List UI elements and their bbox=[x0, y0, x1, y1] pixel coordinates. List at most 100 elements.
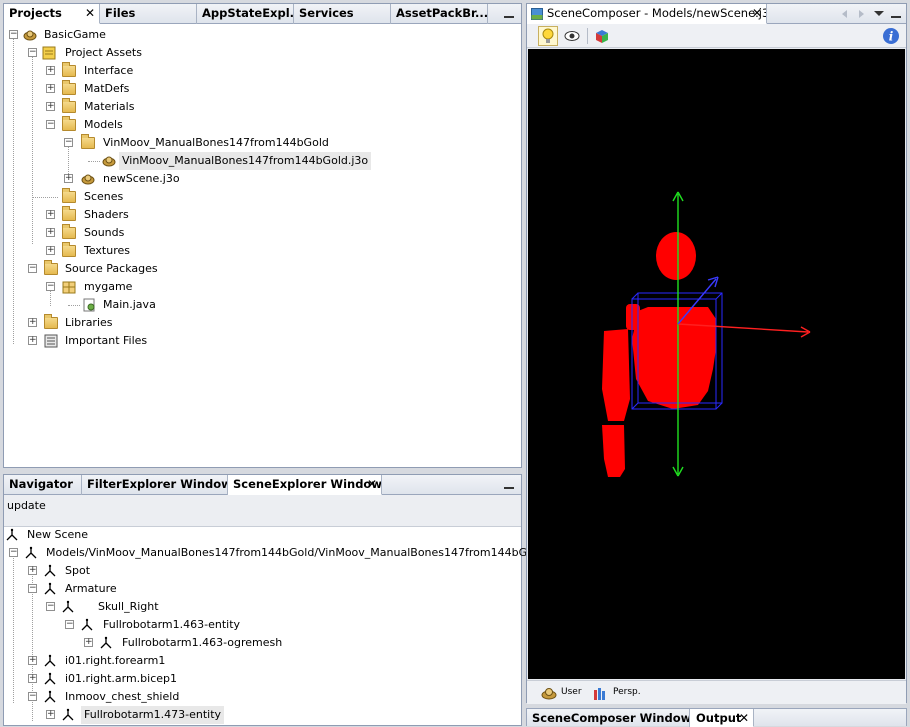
light-toggle-button[interactable] bbox=[538, 26, 558, 46]
scene-explorer-tabbar: Navigator FilterExplorer Window SceneExp… bbox=[4, 475, 521, 495]
tab-navigator[interactable]: Navigator bbox=[4, 475, 82, 495]
dropdown-icon[interactable] bbox=[874, 11, 884, 16]
expand-icon[interactable]: + bbox=[64, 174, 73, 183]
scene-node-right-forearm[interactable]: + i01.right.forearm1 bbox=[4, 652, 519, 670]
tree-item-main-java[interactable]: Main.java bbox=[4, 296, 519, 314]
collapse-icon[interactable]: − bbox=[64, 138, 73, 147]
collapse-icon[interactable]: − bbox=[9, 548, 18, 557]
expand-icon[interactable]: + bbox=[28, 566, 37, 575]
scene-node-new-scene[interactable]: New Scene bbox=[4, 526, 519, 544]
scene-render bbox=[602, 191, 811, 477]
j3o-icon bbox=[102, 156, 116, 167]
collapse-icon[interactable]: − bbox=[28, 584, 37, 593]
tree-item-libraries[interactable]: + Libraries bbox=[4, 314, 519, 332]
tree-item-scenes[interactable]: Scenes bbox=[4, 188, 519, 206]
scene-viewport[interactable] bbox=[528, 49, 905, 679]
scroll-left-icon[interactable] bbox=[842, 10, 847, 18]
tab-scenecomposer-window[interactable]: SceneComposer Window bbox=[527, 709, 690, 727]
scene-icon bbox=[531, 8, 543, 20]
expand-icon[interactable]: + bbox=[28, 318, 37, 327]
scene-node-skull-right[interactable]: − Skull_Right bbox=[4, 598, 519, 616]
tab-services[interactable]: Services bbox=[294, 4, 391, 24]
tab-scene-composer[interactable]: SceneComposer - Models/newScene.j3o ✕ bbox=[527, 4, 767, 24]
tab-output[interactable]: Output ✕ bbox=[690, 709, 754, 727]
tree-item-models[interactable]: − Models bbox=[4, 116, 519, 134]
folder-icon bbox=[62, 98, 76, 113]
folder-icon bbox=[62, 62, 76, 77]
scene-node-right-arm-bicep[interactable]: + i01.right.arm.bicep1 bbox=[4, 670, 519, 688]
close-icon[interactable]: ✕ bbox=[752, 4, 762, 23]
collapse-icon[interactable]: − bbox=[9, 30, 18, 39]
expand-icon[interactable]: + bbox=[46, 84, 55, 93]
collapse-icon[interactable]: − bbox=[46, 602, 55, 611]
expand-icon[interactable]: + bbox=[28, 336, 37, 345]
scene-node-fullrobotarm-463-ogremesh[interactable]: + Fullrobotarm1.463-ogremesh bbox=[4, 634, 519, 652]
tree-item-shaders[interactable]: + Shaders bbox=[4, 206, 519, 224]
projects-panel: Projects ✕ Files AppStateExpl... Service… bbox=[3, 3, 522, 468]
collapse-icon[interactable]: − bbox=[28, 264, 37, 273]
tab-assetpack-browser[interactable]: AssetPackBr... bbox=[391, 4, 488, 24]
expand-icon[interactable]: + bbox=[46, 246, 55, 255]
collapse-icon[interactable]: − bbox=[28, 48, 37, 57]
scene-composer-tabbar: SceneComposer - Models/newScene.j3o ✕ bbox=[527, 4, 906, 24]
tree-item-vinmoov-folder[interactable]: − VinMoov_ManualBones147from144bGold bbox=[4, 134, 519, 152]
lightbulb-icon bbox=[542, 28, 554, 43]
tree-item-interface[interactable]: + Interface bbox=[4, 62, 519, 80]
tree-item-vinmoov-j3o[interactable]: VinMoov_ManualBones147from144bGold.j3o bbox=[4, 152, 519, 170]
scene-node-model-scene[interactable]: − Models/VinMoov_ManualBones147from144bG… bbox=[4, 544, 593, 562]
scene-node-spot[interactable]: + Spot bbox=[4, 562, 519, 580]
expand-icon[interactable]: + bbox=[46, 228, 55, 237]
perspective-icon bbox=[594, 688, 605, 700]
collapse-icon[interactable]: − bbox=[46, 282, 55, 291]
tree-item-newscene-j3o[interactable]: + newScene.j3o bbox=[4, 170, 519, 188]
expand-icon[interactable]: + bbox=[28, 656, 37, 665]
minimize-window-icon[interactable] bbox=[488, 475, 522, 495]
close-icon[interactable]: ✕ bbox=[85, 4, 95, 23]
scene-node-fullrobotarm-463-entity[interactable]: − Fullrobotarm1.463-entity bbox=[4, 616, 519, 634]
scene-node-armature[interactable]: − Armature bbox=[4, 580, 519, 598]
tab-files[interactable]: Files bbox=[100, 4, 197, 24]
expand-icon[interactable]: + bbox=[28, 674, 37, 683]
close-icon[interactable]: ✕ bbox=[367, 475, 377, 494]
minimize-window-icon[interactable] bbox=[488, 4, 522, 24]
cube-button[interactable] bbox=[592, 26, 612, 46]
folder-icon bbox=[62, 188, 76, 203]
scene-node-fullrobotarm-473-entity[interactable]: + Fullrobotarm1.473-entity bbox=[4, 706, 519, 724]
tree-guide bbox=[88, 161, 100, 162]
node-icon bbox=[81, 618, 93, 631]
user-icon bbox=[541, 688, 557, 700]
minimize-window-icon[interactable] bbox=[891, 16, 901, 18]
info-button[interactable]: i bbox=[881, 26, 901, 46]
node-icon bbox=[6, 528, 18, 541]
tree-item-source-packages[interactable]: − Source Packages bbox=[4, 260, 519, 278]
update-button[interactable]: update bbox=[4, 495, 521, 527]
scroll-right-icon[interactable] bbox=[859, 10, 864, 18]
folder-icon bbox=[62, 224, 76, 239]
tree-item-project-assets[interactable]: − Project Assets bbox=[4, 44, 519, 62]
tree-item-mygame[interactable]: − mygame bbox=[4, 278, 519, 296]
close-icon[interactable]: ✕ bbox=[739, 709, 749, 726]
tab-projects[interactable]: Projects ✕ bbox=[4, 4, 100, 24]
expand-icon[interactable]: + bbox=[46, 102, 55, 111]
tree-item-basicgame[interactable]: − BasicGame bbox=[4, 26, 519, 44]
tree-item-important-files[interactable]: + Important Files bbox=[4, 332, 519, 350]
tab-scene-explorer[interactable]: SceneExplorer Window ✕ bbox=[228, 475, 382, 495]
collapse-icon[interactable]: − bbox=[65, 620, 74, 629]
tab-filter-explorer[interactable]: FilterExplorer Window bbox=[82, 475, 228, 495]
tree-item-textures[interactable]: + Textures bbox=[4, 242, 519, 260]
folder-icon bbox=[62, 80, 76, 95]
expand-icon[interactable]: + bbox=[46, 66, 55, 75]
folder-icon bbox=[62, 206, 76, 221]
collapse-icon[interactable]: − bbox=[28, 692, 37, 701]
view-toggle-button[interactable] bbox=[562, 26, 582, 46]
tree-guide bbox=[68, 305, 80, 306]
tab-appstate-explorer[interactable]: AppStateExpl... bbox=[197, 4, 294, 24]
expand-icon[interactable]: + bbox=[46, 210, 55, 219]
expand-icon[interactable]: + bbox=[84, 638, 93, 647]
collapse-icon[interactable]: − bbox=[46, 120, 55, 129]
tree-item-sounds[interactable]: + Sounds bbox=[4, 224, 519, 242]
scene-node-chest-shield[interactable]: − Inmoov_chest_shield bbox=[4, 688, 519, 706]
expand-icon[interactable]: + bbox=[46, 710, 55, 719]
tree-item-materials[interactable]: + Materials bbox=[4, 98, 519, 116]
tree-item-matdefs[interactable]: + MatDefs bbox=[4, 80, 519, 98]
